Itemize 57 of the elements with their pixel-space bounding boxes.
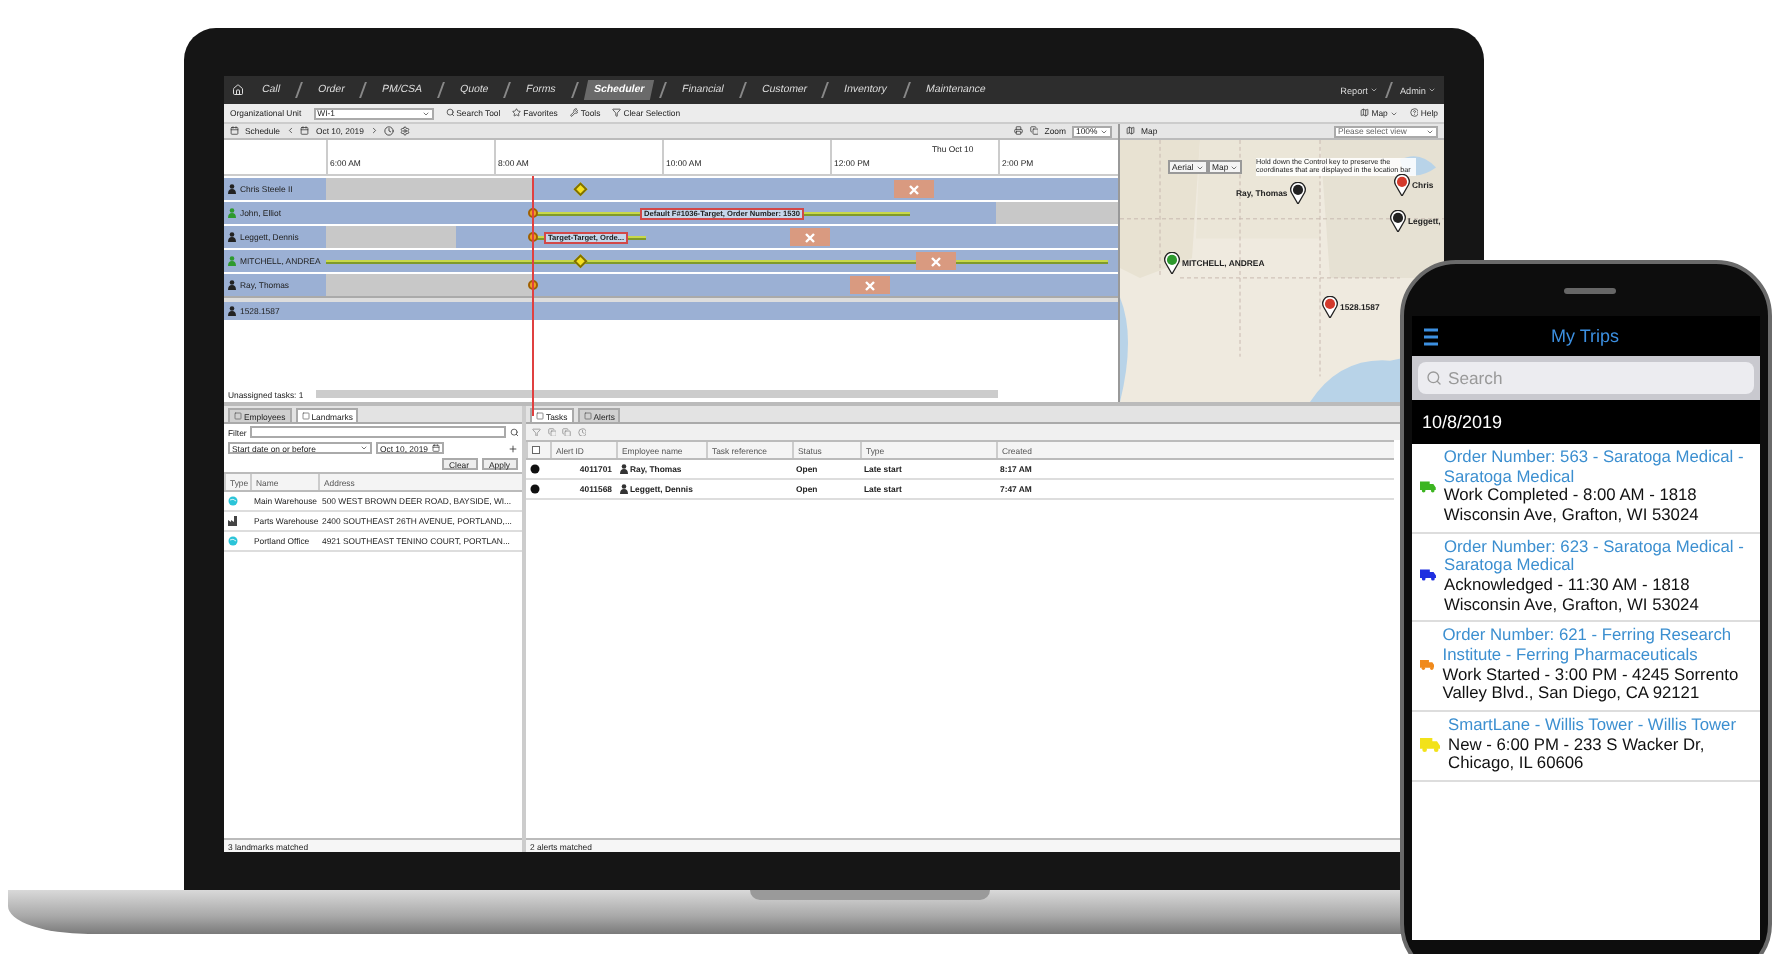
tab-icon: [301, 412, 310, 420]
trip-detail: Work Completed - 8:00 AM - 1818 Wisconsin Ave, Grafton, WI 53024: [1443, 486, 1701, 526]
person-icon: [620, 464, 628, 474]
settings-icon[interactable]: [400, 126, 411, 136]
app-title: My Trips: [1548, 326, 1621, 346]
break-icon: [930, 255, 942, 267]
unavailable-block: [996, 202, 1118, 224]
map-icon: [1126, 126, 1135, 136]
trip-item[interactable]: Order Number: 563 - Saratoga Medical - Saratoga Medical Work Completed - 8:00 AM - 1818 Wisconsin Ave, Grafton, WI 53024: [1412, 444, 1760, 534]
help-icon: [1409, 108, 1419, 118]
copy-icon[interactable]: [1029, 126, 1039, 136]
clock-icon[interactable]: [577, 427, 586, 437]
speaker-grille: [1564, 288, 1616, 294]
trip-item[interactable]: Order Number: 621 - Ferring Research Institute - Ferring Pharmaceuticals Work Started - 3:00 PM - 4245 Sorrento Valley Blvd., San Diego, CA 92121: [1412, 622, 1760, 712]
milestone-marker: [574, 182, 587, 195]
trip-detail: Acknowledged - 11:30 AM - 1818 Wisconsin Ave, Grafton, WI 53024: [1443, 575, 1701, 615]
filter-icon[interactable]: [532, 427, 541, 437]
printer-icon[interactable]: [1014, 126, 1024, 136]
trip-title: Order Number: 621 - Ferring Research Institute - Ferring Pharmaceuticals: [1442, 626, 1734, 666]
calendar-icon[interactable]: [300, 126, 310, 136]
trip-title: SmartLane - Willis Tower - Willis Tower: [1448, 715, 1738, 736]
unavailable-block: [326, 226, 456, 248]
search-icon: [1426, 370, 1442, 386]
factory-icon: [228, 516, 238, 526]
break-icon: [908, 183, 920, 195]
search-icon[interactable]: [509, 427, 518, 437]
calendar-icon: [432, 444, 440, 452]
home-icon[interactable]: [232, 84, 244, 96]
horizontal-scrollbar[interactable]: [315, 390, 998, 398]
trip-title: Order Number: 563 - Saratoga Medical - Saratoga Medical: [1443, 448, 1746, 487]
tab-icon: [583, 412, 592, 420]
clock-icon[interactable]: [384, 126, 395, 136]
trip-detail: Work Started - 3:00 PM - 4245 Sorrento Valley Blvd., San Diego, CA 92121: [1442, 665, 1741, 704]
filter-field[interactable]: [250, 426, 505, 438]
star-icon: [512, 108, 522, 118]
vehicle-icon: [228, 306, 236, 316]
tab-icon: [536, 412, 544, 420]
map-icon: [1360, 108, 1370, 118]
checkbox[interactable]: [532, 446, 540, 454]
next-icon[interactable]: [369, 126, 379, 136]
trip-detail: New - 6:00 PM - 233 S Wacker Dr, Chicago, IL 60606: [1448, 735, 1707, 774]
trip-item[interactable]: Order Number: 623 - Saratoga Medical - Saratoga Medical Acknowledged - 11:30 AM - 1818 Wisconsin Ave, Grafton, WI 53024: [1412, 533, 1760, 623]
search-icon: [445, 108, 455, 118]
trip-item[interactable]: SmartLane - Willis Tower - Willis Tower New - 6:00 PM - 233 S Wacker Dr, Chicago, IL 60606: [1412, 711, 1760, 782]
milestone-marker: [574, 254, 587, 267]
break-icon: [864, 279, 876, 291]
tab-icon: [234, 412, 242, 420]
person-icon: [620, 484, 628, 494]
menu-icon[interactable]: [1424, 327, 1438, 345]
wrench-icon: [569, 108, 579, 118]
break-icon: [804, 231, 816, 243]
filter-icon: [612, 108, 622, 118]
calendar-icon: [230, 126, 239, 136]
date-header: 10/8/2019: [1422, 412, 1503, 432]
trip-title: Order Number: 623 - Saratoga Medical - Saratoga Medical: [1443, 537, 1746, 576]
add-icon[interactable]: [508, 443, 518, 453]
previous-icon[interactable]: [285, 126, 295, 136]
